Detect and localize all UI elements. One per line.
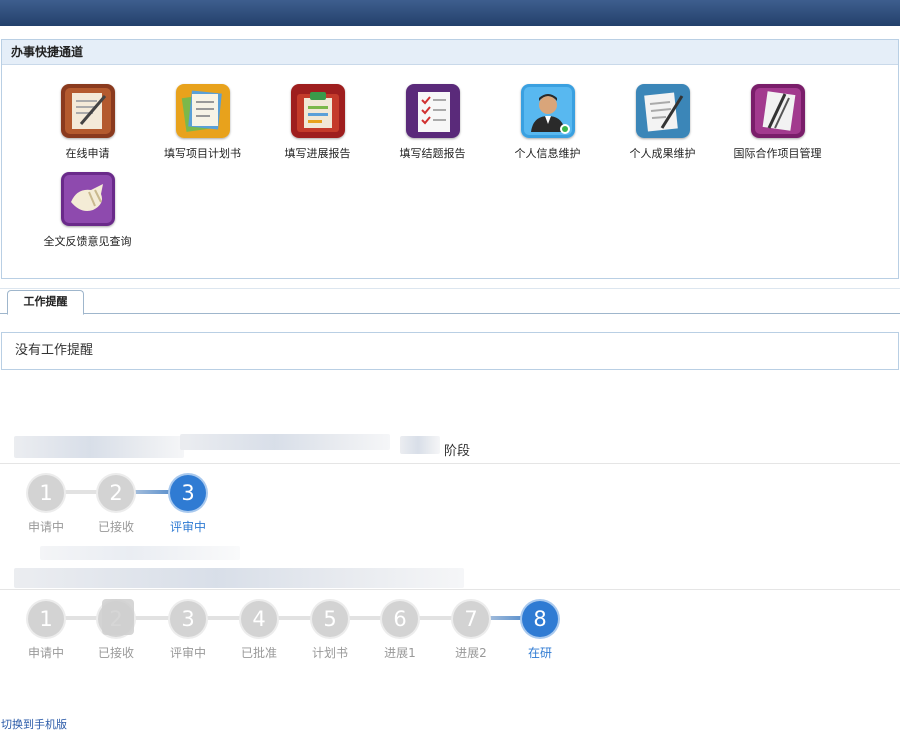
reminder-tab-strip: 工作提醒 [0, 288, 900, 315]
redacted-title [14, 568, 464, 588]
work-reminder-message: 没有工作提醒 [1, 332, 899, 370]
quick-item-user-profile[interactable]: 个人信息维护 [490, 84, 605, 161]
quick-item-feedback-query[interactable]: 全文反馈意见查询 [30, 172, 145, 249]
step-current: 3 评审中 [158, 475, 218, 535]
redacted-title [40, 546, 240, 560]
achievements-icon [635, 84, 690, 138]
quick-item-label: 全文反馈意见查询 [43, 235, 132, 248]
quick-item-label: 填写项目计划书 [164, 147, 241, 160]
quick-item-project-plan[interactable]: 填写项目计划书 [145, 84, 260, 161]
quick-item-label: 个人成果维护 [629, 147, 696, 160]
quick-item-label: 填写结题报告 [399, 147, 466, 160]
step: 1 申请中 [16, 475, 76, 535]
progress-report-icon [290, 84, 345, 138]
quick-item-final-report[interactable]: 填写结题报告 [375, 84, 490, 161]
step: 2 已接收 [86, 475, 146, 535]
quick-item-label: 在线申请 [65, 147, 110, 160]
progress-steps: 1 申请中 2 已接收 3 评审中 [0, 475, 900, 545]
step: 4 已批准 [229, 601, 289, 661]
international-project-icon [750, 84, 805, 138]
redacted-title [180, 434, 390, 450]
redaction-smudge [102, 599, 134, 635]
quick-item-achievements[interactable]: 个人成果维护 [605, 84, 720, 161]
quick-item-online-application[interactable]: 在线申请 [30, 84, 145, 161]
step: 5 计划书 [300, 601, 360, 661]
project-plan-icon [175, 84, 230, 138]
redacted-title [14, 436, 184, 458]
user-profile-icon [520, 84, 575, 138]
tab-work-reminder[interactable]: 工作提醒 [7, 290, 84, 315]
step: 3 评审中 [158, 601, 218, 661]
quick-item-label: 个人信息维护 [514, 147, 581, 160]
quick-access-panel: 办事快捷通道 在线申请 填写项目计划书 填写进展报告 填写结题报告 个人信息维护 [1, 39, 899, 279]
project-title-row [0, 546, 900, 590]
project-title-row: 阶段 [0, 434, 900, 464]
redacted-title [400, 436, 440, 454]
online-application-icon [60, 84, 115, 138]
final-report-icon [405, 84, 460, 138]
quick-item-label: 填写进展报告 [284, 147, 351, 160]
step: 7 进展2 [441, 601, 501, 661]
top-banner [0, 0, 900, 26]
quick-access-title: 办事快捷通道 [2, 40, 898, 65]
step-current: 8 在研 [510, 601, 570, 661]
quick-item-international-project[interactable]: 国际合作项目管理 [720, 84, 835, 161]
step: 6 进展1 [370, 601, 430, 661]
switch-to-mobile-link[interactable]: 切换到手机版 [1, 716, 67, 732]
project-stage-suffix: 阶段 [444, 444, 471, 459]
quick-item-progress-report[interactable]: 填写进展报告 [260, 84, 375, 161]
step: 1 申请中 [16, 601, 76, 661]
quick-item-label: 国际合作项目管理 [733, 147, 822, 160]
progress-steps: 1 申请中 2 已接收 3 评审中 4 已批准 5 计划书 6 进展1 7 进展… [0, 599, 900, 671]
feedback-query-icon [60, 172, 115, 226]
